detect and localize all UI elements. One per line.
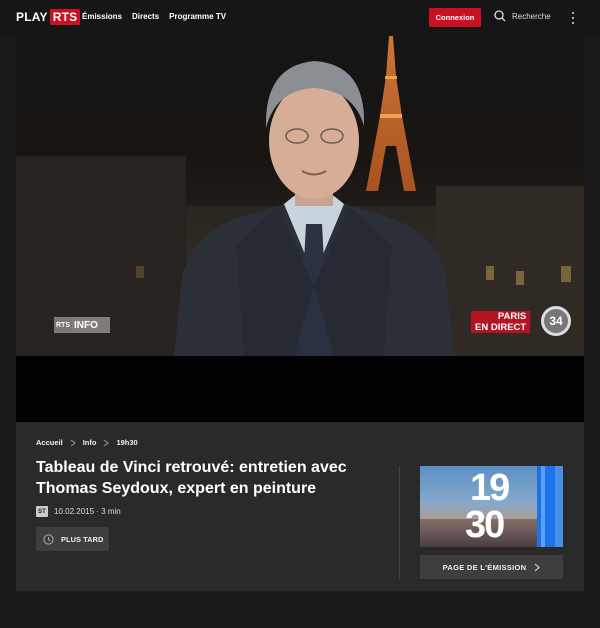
video-title: Tableau de Vinci retrouvé: entretien ave… [36,459,347,497]
video-meta: ST 10.02.2015 · 3 min [36,506,121,517]
more-menu-icon[interactable] [569,11,577,25]
breadcrumb-info[interactable]: Info [83,438,97,447]
search-label: Recherche [512,11,551,21]
video-info-panel: Accueil Info 19h30 Tableau de Vinci retr… [16,422,584,591]
search-button[interactable]: Recherche [494,10,551,22]
login-button[interactable]: Connexion [429,8,481,27]
video-duration: 3 min [101,507,121,516]
subtitles-badge: ST [36,506,48,517]
nav-item-directs[interactable]: Directs [132,12,159,21]
video-player[interactable]: RTS INFO PARIS EN DIRECT 34 [16,36,584,422]
show-logo-top: 19 [470,467,510,509]
nav-item-programme-tv[interactable]: Programme TV [169,12,226,21]
video-frame[interactable]: RTS INFO PARIS EN DIRECT 34 [16,36,584,356]
video-date: 10.02.2015 [54,507,95,516]
clock-icon [43,533,54,545]
chevron-right-icon [70,439,76,446]
play-rts-logo[interactable]: PLAY RTS [16,9,81,25]
live-location-badge: PARIS EN DIRECT [471,311,531,333]
breadcrumb-19h30[interactable]: 19h30 [116,438,137,447]
channel-number-badge: 34 [541,306,571,336]
show-page-button[interactable]: PAGE DE L'ÉMISSION [420,555,563,579]
watch-later-button[interactable]: PLUS TARD [36,527,109,551]
logo-rts-text: RTS [49,9,81,25]
watch-later-label: PLUS TARD [61,534,104,544]
nav-item-emissions[interactable]: Émissions [82,12,122,21]
logo-play-text: PLAY [16,10,48,24]
rts-info-watermark: RTS INFO [54,317,110,333]
main-nav: Émissions Directs Programme TV [82,12,236,21]
show-page-label: PAGE DE L'ÉMISSION [442,562,527,572]
breadcrumb-accueil[interactable]: Accueil [36,438,63,447]
chevron-right-icon [104,439,110,446]
top-navigation-bar: PLAY RTS Émissions Directs Programme TV … [0,0,600,36]
breadcrumb: Accueil Info 19h30 [36,438,138,447]
show-logo-bottom: 30 [465,504,505,546]
interviewee [174,61,454,356]
search-icon [494,10,506,22]
divider [399,466,400,579]
chevron-right-icon [534,563,541,571]
show-thumbnail[interactable]: 19 30 [420,466,563,547]
